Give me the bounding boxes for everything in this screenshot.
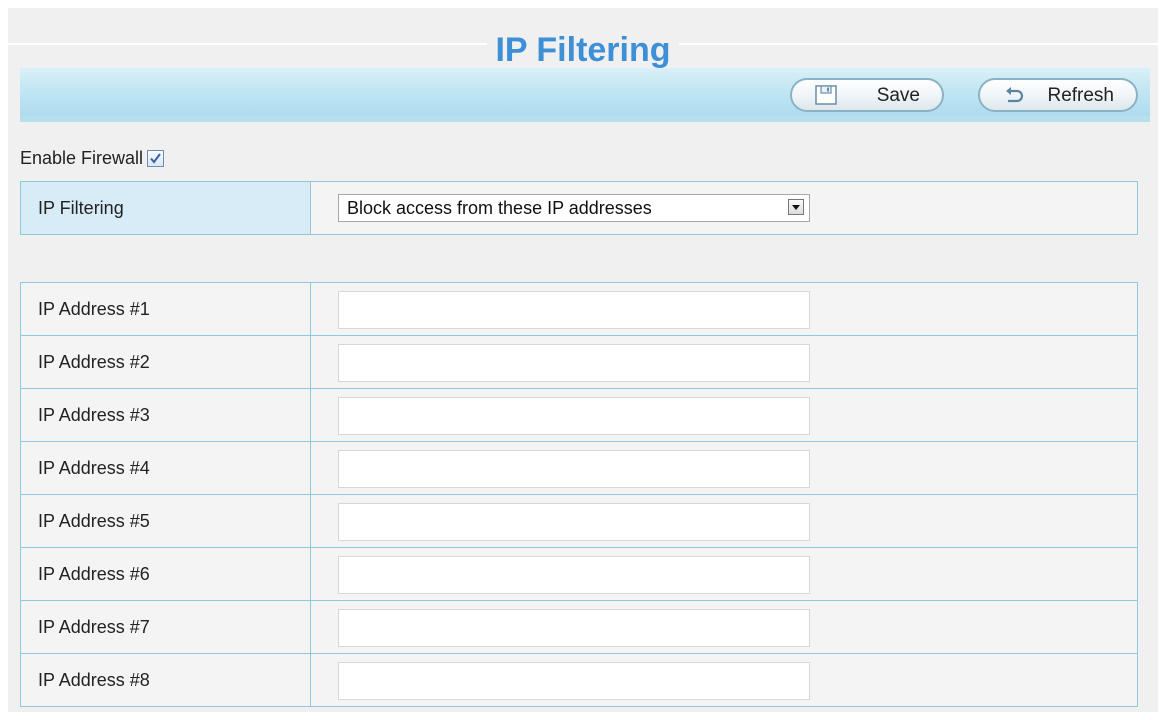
refresh-label: Refresh [1047,85,1114,106]
ip-address-7-input[interactable] [338,609,810,647]
ip-address-value-cell [312,654,1137,706]
ip-address-4-input[interactable] [338,450,810,488]
ip-address-2-input[interactable] [338,344,810,382]
refresh-button[interactable]: Refresh [978,78,1138,112]
save-label: Save [876,85,920,106]
save-button[interactable]: Save [790,78,944,112]
ip-address-5-input[interactable] [338,503,810,541]
refresh-icon [1006,87,1024,103]
ip-address-row: IP Address #2 [21,335,1137,388]
ip-address-row: IP Address #1 [21,283,1137,335]
ip-address-table: IP Address #1 IP Address #2 IP Address #… [20,282,1138,707]
ip-address-row: IP Address #6 [21,547,1137,600]
ip-filtering-selected-value: Block access from these IP addresses [347,198,652,218]
enable-firewall-label: Enable Firewall [20,148,144,168]
enable-firewall-checkbox[interactable] [147,149,165,167]
toolbar: Save Refresh [20,68,1150,122]
ip-address-value-cell [312,442,1137,494]
dropdown-arrow-icon[interactable] [788,199,804,215]
ip-address-label: IP Address #5 [21,495,311,547]
ip-filtering-table: IP Filtering Block access from these IP … [20,181,1138,235]
ip-filtering-select[interactable]: Block access from these IP addresses [338,194,810,222]
ip-address-value-cell [312,601,1137,653]
ip-address-1-input[interactable] [338,291,810,329]
ip-address-value-cell [312,389,1137,441]
ip-address-label: IP Address #3 [21,389,311,441]
ip-address-label: IP Address #2 [21,336,311,388]
ip-address-label: IP Address #4 [21,442,311,494]
ip-address-value-cell [312,548,1137,600]
ip-address-label: IP Address #6 [21,548,311,600]
ip-address-3-input[interactable] [338,397,810,435]
ip-filtering-label: IP Filtering [21,182,311,234]
checkmark-icon [150,153,161,164]
enable-firewall-row: Enable Firewall [20,145,165,171]
page-title: IP Filtering [8,30,1158,70]
ip-address-row: IP Address #8 [21,653,1137,706]
ip-address-value-cell [312,283,1137,335]
ip-address-row: IP Address #7 [21,600,1137,653]
ip-address-label: IP Address #1 [21,283,311,335]
ip-address-row: IP Address #4 [21,441,1137,494]
ip-address-8-input[interactable] [338,662,810,700]
ip-address-label: IP Address #8 [21,654,311,706]
ip-address-row: IP Address #3 [21,388,1137,441]
ip-address-value-cell [312,336,1137,388]
ip-filtering-row: IP Filtering Block access from these IP … [21,182,1137,234]
save-icon [815,85,837,105]
ip-address-row: IP Address #5 [21,494,1137,547]
ip-address-label: IP Address #7 [21,601,311,653]
ip-address-value-cell [312,495,1137,547]
ip-filtering-value-cell: Block access from these IP addresses [312,182,1137,234]
ip-address-6-input[interactable] [338,556,810,594]
